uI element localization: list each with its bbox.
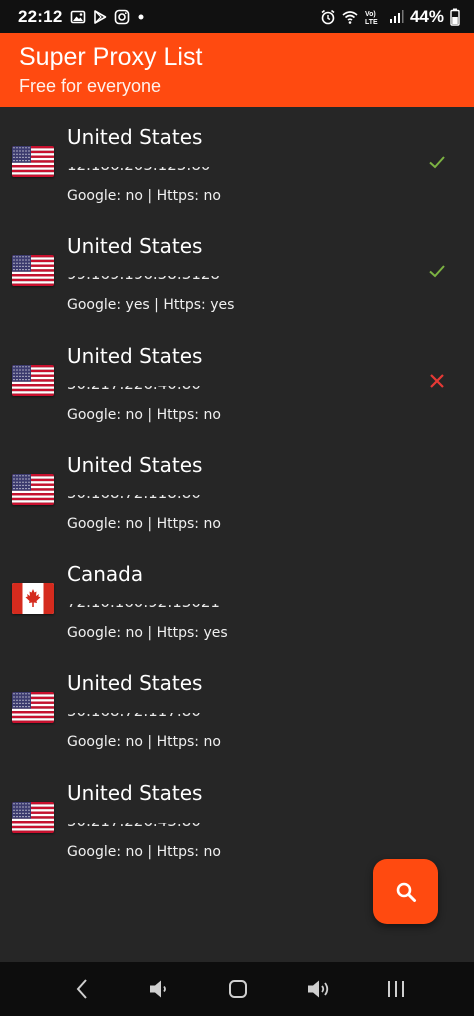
proxy-list[interactable]: United States 12.186.205.123:80 Google: … — [0, 107, 474, 872]
image-icon — [71, 10, 86, 23]
proxy-row[interactable]: United States 50.168.72.118:80 Google: n… — [0, 435, 474, 544]
app-bar: Super Proxy List Free for everyone — [0, 33, 474, 107]
play-icon — [94, 9, 107, 24]
us-flag-icon — [12, 255, 54, 287]
wifi-icon — [342, 10, 358, 24]
volume-down-icon — [150, 980, 166, 998]
proxy-status — [428, 372, 446, 390]
check-icon — [429, 156, 445, 169]
search-icon — [396, 882, 416, 902]
proxy-address: 50.217.226.43:80 — [67, 823, 267, 830]
proxy-status — [428, 262, 446, 280]
home-button[interactable] — [225, 976, 251, 1002]
proxy-info: Google: no | Https: no — [67, 843, 221, 860]
navigation-bar — [0, 962, 474, 1016]
proxy-address: 50.168.72.118:80 — [67, 495, 267, 502]
proxy-info: Google: no | Https: no — [67, 406, 221, 423]
proxy-info: Google: no | Https: no — [67, 188, 221, 204]
close-icon — [430, 373, 444, 388]
status-bar: 22:12 Vo) LTE 44% — [0, 0, 474, 33]
svg-text:LTE: LTE — [365, 19, 378, 25]
volume-up-button[interactable] — [305, 976, 331, 1002]
proxy-info: Google: no | Https: yes — [67, 625, 228, 642]
volume-up-icon — [308, 980, 329, 998]
us-flag-icon — [12, 473, 54, 505]
proxy-address-wrap: 12.186.205.123:80 — [67, 167, 267, 174]
proxy-country: United States — [67, 671, 203, 696]
proxy-row[interactable]: United States 50.168.72.117:80 Google: n… — [0, 653, 474, 762]
proxy-country: United States — [67, 125, 203, 149]
proxy-address-wrap: 99.169.196.58:3128 — [67, 276, 267, 283]
app-subtitle: Free for everyone — [19, 76, 162, 96]
proxy-address-wrap: 50.168.72.117:80 — [67, 713, 267, 720]
volume-down-button[interactable] — [146, 976, 172, 1002]
proxy-row[interactable]: Canada 72.10.160.92:13021 Google: no | H… — [0, 544, 474, 653]
proxy-address: 50.168.72.117:80 — [67, 713, 267, 720]
proxy-row[interactable]: United States 99.169.196.58:3128 Google:… — [0, 216, 474, 325]
instagram-icon — [115, 9, 130, 24]
proxy-country: United States — [67, 234, 203, 259]
back-button[interactable] — [69, 976, 95, 1002]
home-icon — [229, 980, 247, 998]
battery-percent: 44% — [409, 6, 444, 26]
proxy-row[interactable]: United States 50.217.226.43:80 Google: n… — [0, 763, 474, 872]
us-flag-icon — [12, 146, 54, 177]
proxy-address: 50.217.226.40:80 — [67, 386, 267, 393]
us-flag-icon — [12, 692, 54, 724]
volte-icon: Vo)LTE — [365, 11, 378, 25]
proxy-country: United States — [67, 343, 203, 368]
recents-icon — [388, 981, 404, 997]
svg-text:Vo): Vo) — [365, 11, 376, 18]
battery-icon — [450, 8, 460, 26]
proxy-address: 12.186.205.123:80 — [67, 167, 267, 174]
proxy-address-wrap: 50.168.72.118:80 — [67, 495, 267, 502]
us-flag-icon — [12, 364, 54, 396]
proxy-status — [428, 153, 446, 171]
proxy-address: 72.10.160.92:13021 — [67, 604, 267, 611]
search-button[interactable] — [373, 859, 438, 924]
proxy-address: 99.169.196.58:3128 — [67, 276, 267, 283]
recents-button[interactable] — [383, 976, 409, 1002]
proxy-info: Google: no | Https: no — [67, 515, 221, 532]
back-icon — [76, 979, 87, 999]
dot-icon — [138, 14, 144, 19]
proxy-info: Google: no | Https: no — [67, 734, 221, 751]
proxy-address-wrap: 72.10.160.92:13021 — [67, 604, 267, 611]
status-right-icons: Vo) LTE 44% — [320, 7, 460, 27]
canada-flag-icon — [12, 583, 54, 615]
status-time: 22:12 — [18, 6, 63, 26]
proxy-country: United States — [67, 452, 203, 477]
us-flag-icon — [12, 801, 54, 833]
alarm-icon — [321, 9, 335, 24]
proxy-country: Canada — [67, 562, 144, 587]
check-icon — [429, 265, 445, 278]
proxy-address-wrap: 50.217.226.43:80 — [67, 823, 267, 830]
proxy-country: United States — [67, 780, 203, 805]
status-left-icons — [70, 9, 146, 25]
app-title: Super Proxy List — [19, 43, 203, 71]
proxy-row[interactable]: United States 50.217.226.40:80 Google: n… — [0, 326, 474, 435]
proxy-info: Google: yes | Https: yes — [67, 297, 235, 314]
signal-icon — [389, 9, 404, 23]
proxy-row[interactable]: United States 12.186.205.123:80 Google: … — [0, 107, 474, 216]
proxy-address-wrap: 50.217.226.40:80 — [67, 386, 267, 393]
